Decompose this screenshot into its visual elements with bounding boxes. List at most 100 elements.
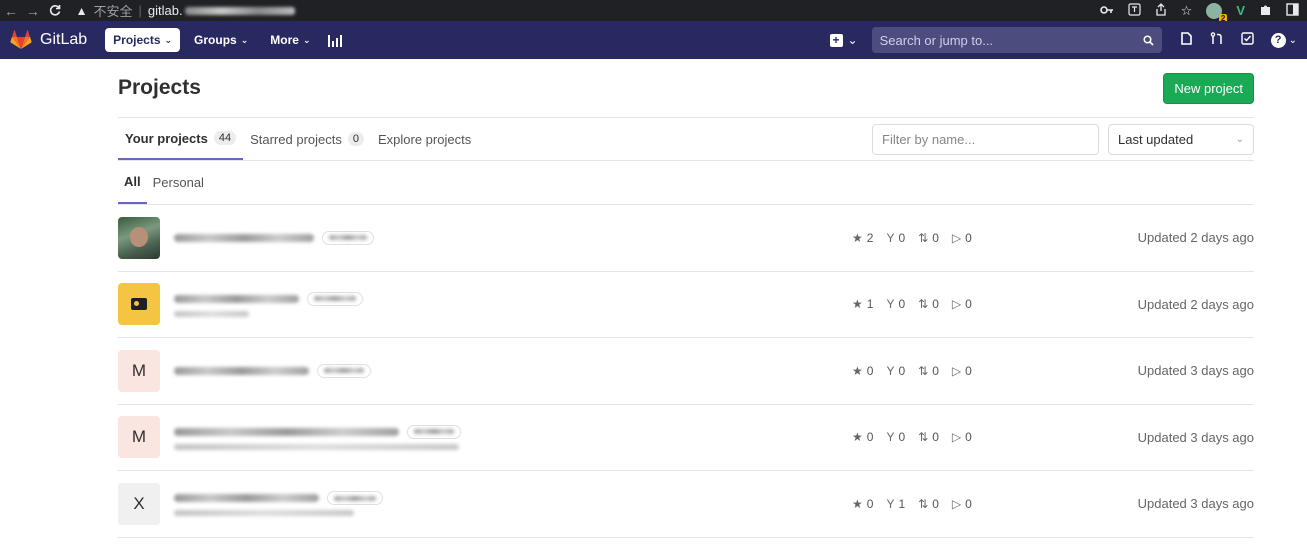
new-project-button[interactable]: New project [1163,72,1254,104]
project-row[interactable]: M ★ 0 Y0 ⇅ 0 ▷ 0 Updated 3 days ago [118,338,1254,405]
url-blurred-text [184,6,295,15]
bookmark-star-icon[interactable]: ☆ [1181,3,1193,19]
project-row[interactable]: M ★ 0 Y0 ⇅ 0 ▷ 0 Updated 3 days ago [118,405,1254,471]
project-name-blurred[interactable] [174,366,309,375]
stars-count[interactable]: ★ 0 [852,364,873,378]
project-name-blurred[interactable] [174,427,399,436]
tanuki-logo-icon [10,30,32,49]
forks-count[interactable]: Y0 [886,297,905,311]
insecure-label: 不安全 [93,4,133,19]
forks-count[interactable]: Y0 [886,231,905,245]
puzzle-extensions-icon[interactable] [1259,3,1272,19]
project-row[interactable]: ★ 2 Y0 ⇅ 0 ▷ 0 Updated 2 days ago [118,205,1254,272]
project-description-blurred [174,310,249,317]
tab-count-badge: 44 [213,131,237,145]
project-row[interactable]: ★ 1 Y0 ⇅ 0 ▷ 0 Updated 2 days ago [118,272,1254,338]
subtab-all[interactable]: All [118,161,147,204]
project-filter-subtabs: All Personal [118,161,1254,205]
project-avatar[interactable]: M [118,416,160,459]
share-icon[interactable] [1155,2,1167,19]
updated-timestamp: Updated 3 days ago [1137,496,1254,512]
tab-your-projects[interactable]: Your projects 44 [118,118,244,160]
back-arrow-icon[interactable]: ← [0,3,22,19]
merge-requests-count[interactable]: ⇅ 0 [918,297,939,311]
extension-icon[interactable]: 2 [1206,2,1228,23]
tab-explore-projects[interactable]: Explore projects [371,118,478,160]
updated-timestamp: Updated 3 days ago [1137,429,1254,445]
project-row[interactable]: X ★ 0 Y1 ⇅ 0 ▷ 0 Updated 3 days ago [118,471,1254,538]
updated-timestamp: Updated 3 days ago [1137,363,1254,379]
filter-by-name-input[interactable]: Filter by name... [872,123,1099,155]
issues-count[interactable]: ▷ 0 [952,497,972,511]
stars-count[interactable]: ★ 0 [852,430,873,444]
star-icon: ★ [852,496,863,511]
groups-menu-button[interactable]: Groups ⌄ [186,28,256,52]
reload-icon[interactable] [44,3,66,19]
chevron-down-icon: ⌄ [1288,34,1297,46]
search-input[interactable]: Search or jump to... [871,27,1162,53]
merge-request-icon: ⇅ [918,363,929,378]
merge-request-icon: ⇅ [918,297,929,312]
project-list: ★ 2 Y0 ⇅ 0 ▷ 0 Updated 2 days ago ★ 1 Y0 ⇅ 0 [118,205,1254,538]
merge-requests-count[interactable]: ⇅ 0 [918,231,939,245]
address-bar[interactable]: ▲ 不安全 | gitlab. [75,1,1100,20]
more-menu-button[interactable]: More ⌄ [262,28,318,52]
project-avatar[interactable]: X [118,482,160,525]
url-host: gitlab. [147,3,183,18]
issues-count[interactable]: ▷ 0 [952,231,972,245]
issues-count[interactable]: ▷ 0 [952,364,972,378]
forks-count[interactable]: Y0 [886,430,905,444]
stars-count[interactable]: ★ 0 [852,497,873,511]
merge-requests-count[interactable]: ⇅ 0 [918,364,939,378]
translate-icon[interactable] [1128,2,1141,19]
search-placeholder: Search or jump to... [879,32,994,48]
project-name-blurred[interactable] [174,494,319,503]
key-icon[interactable] [1099,3,1114,18]
project-name-blurred[interactable] [174,233,314,242]
project-description-blurred [174,443,459,450]
vue-devtools-icon[interactable]: V [1236,3,1245,18]
forks-count[interactable]: Y1 [886,497,905,511]
project-stats: ★ 0 Y0 ⇅ 0 ▷ 0 [852,430,972,444]
gitlab-top-navigation: GitLab Projects ⌄ Groups ⌄ More ⌄ + ⌄ Se… [0,21,1307,59]
project-stats: ★ 0 Y1 ⇅ 0 ▷ 0 [852,497,972,511]
star-icon: ★ [852,363,863,378]
forks-count[interactable]: Y0 [886,364,905,378]
visibility-badge [317,363,371,378]
issue-icon: ▷ [951,230,962,245]
stars-count[interactable]: ★ 1 [852,297,873,311]
sort-dropdown[interactable]: Last updated ⌄ [1108,123,1254,155]
side-panel-icon[interactable] [1286,2,1299,19]
projects-menu-label: Projects [113,33,161,47]
project-avatar[interactable]: M [118,349,160,392]
analytics-chart-icon[interactable] [328,33,343,47]
issues-count[interactable]: ▷ 0 [952,297,972,311]
merge-requests-count[interactable]: ⇅ 0 [918,430,939,444]
warning-icon[interactable]: ▲ [76,4,88,18]
issue-icon: ▷ [951,496,962,511]
issues-icon[interactable] [1180,32,1193,48]
merge-request-icon: ⇅ [918,430,929,445]
sort-selected-value: Last updated [1118,131,1194,147]
tab-label: Explore projects [377,131,472,147]
tab-starred-projects[interactable]: Starred projects 0 [243,118,371,160]
project-description-blurred [174,510,354,517]
subtab-personal[interactable]: Personal [147,161,210,204]
merge-requests-count[interactable]: ⇅ 0 [918,497,939,511]
projects-menu-button[interactable]: Projects ⌄ [105,28,181,52]
project-avatar[interactable] [118,216,160,259]
forward-arrow-icon[interactable]: → [22,3,44,19]
visibility-badge [407,424,461,439]
create-new-menu[interactable]: + ⌄ [829,33,858,47]
stars-count[interactable]: ★ 2 [852,231,873,245]
gitlab-logo[interactable]: GitLab [10,30,87,50]
issue-icon: ▷ [951,297,962,312]
issues-count[interactable]: ▷ 0 [952,430,972,444]
updated-timestamp: Updated 2 days ago [1137,296,1254,312]
project-avatar[interactable] [118,283,160,326]
project-name-blurred[interactable] [174,294,299,303]
todos-icon[interactable] [1240,32,1254,48]
more-menu-label: More [270,33,299,47]
help-menu-button[interactable]: ? ⌄ [1270,32,1297,48]
merge-requests-icon[interactable] [1210,32,1224,48]
